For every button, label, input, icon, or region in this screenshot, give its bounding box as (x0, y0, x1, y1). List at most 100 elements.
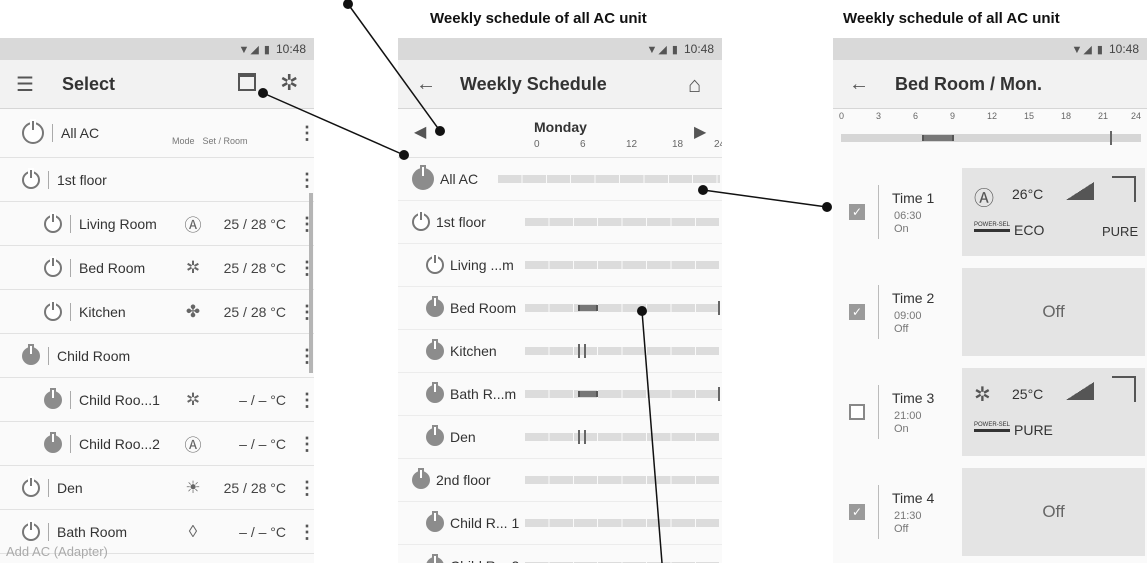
list-item[interactable]: Kitchen ✤ 25 / 28 °C ⋮ (0, 290, 314, 334)
list-item[interactable]: All AC ⋮ Mode Set / Room (0, 109, 314, 158)
power-icon[interactable] (44, 389, 62, 409)
list-item[interactable]: 1st floor ⋮ (0, 158, 314, 202)
hour-tick-label: 0 (839, 111, 845, 121)
timer-card[interactable]: ✓ Time 1 06:30 On Ⓐ 26°C POWER-SEL ECO PURE (833, 168, 1147, 256)
timer-settings-box[interactable]: Off (962, 268, 1145, 356)
power-icon[interactable] (426, 341, 444, 360)
schedule-timeline[interactable] (525, 301, 721, 315)
schedule-timeline[interactable] (498, 175, 720, 183)
list-item[interactable]: Child Roo...1 ✲ – / – °C ⋮ (0, 378, 314, 422)
timer-checkbox[interactable]: ✓ (849, 504, 865, 520)
schedule-row[interactable]: Child R... 1 (398, 502, 722, 545)
schedule-timeline[interactable] (525, 430, 720, 444)
schedule-timeline[interactable] (525, 261, 720, 269)
schedule-row[interactable]: 1st floor (398, 201, 722, 244)
timer-checkbox[interactable]: ✓ (849, 204, 865, 220)
power-icon[interactable] (22, 521, 40, 541)
power-icon[interactable] (426, 298, 444, 317)
pure-option: PURE (1102, 224, 1139, 239)
more-menu-icon[interactable]: ⋮ (298, 523, 314, 541)
divider (878, 185, 879, 239)
fan-mode-icon: ✤ (185, 301, 201, 321)
power-icon[interactable] (426, 513, 444, 532)
list-item[interactable]: Den ☀ 25 / 28 °C ⋮ (0, 466, 314, 510)
power-icon[interactable] (44, 433, 62, 453)
dry-mode-icon: ◊ (188, 521, 198, 541)
scrollbar[interactable] (309, 193, 313, 373)
heat-mode-icon: ✲ (974, 384, 991, 406)
timer-time: 06:30 (894, 210, 922, 222)
schedule-timeline[interactable] (525, 387, 721, 401)
timer-settings-box[interactable]: ✲ 25°C POWER-SEL PURE (962, 368, 1145, 456)
list-item[interactable]: Child Roo...2 Ⓐ – / – °C ⋮ (0, 422, 314, 466)
status-bar: ▼◢ ▮ 10:48 (833, 38, 1147, 60)
schedule-timeline[interactable] (525, 519, 720, 527)
list-menu-icon[interactable]: ☰ (16, 72, 34, 97)
gear-icon[interactable]: ✲ (280, 70, 298, 96)
prev-day-arrow-icon[interactable]: ◀ (414, 122, 426, 142)
power-icon[interactable] (44, 301, 62, 321)
ac-name: 1st floor (57, 171, 107, 188)
day-selector: ◀ Monday ▶ 0 6 12 18 24 (398, 109, 722, 158)
power-icon[interactable] (22, 121, 44, 144)
day-label: Monday (534, 119, 587, 135)
more-menu-icon[interactable]: ⋮ (298, 124, 314, 142)
timer-card[interactable]: ✓ Time 2 09:00 Off Off (833, 268, 1147, 356)
power-icon[interactable] (44, 257, 62, 277)
schedule-row[interactable]: Bath R...m (398, 373, 722, 416)
schedule-row[interactable]: 2nd floor (398, 459, 722, 502)
schedule-timeline[interactable] (525, 476, 720, 484)
hour-tick-label: 3 (876, 111, 882, 121)
divider (70, 434, 71, 453)
timer-checkbox[interactable]: ✓ (849, 304, 865, 320)
more-menu-icon[interactable]: ⋮ (298, 435, 314, 453)
list-item[interactable]: Bed Room ✲ 25 / 28 °C ⋮ (0, 246, 314, 290)
schedule-tick (584, 344, 587, 358)
power-icon[interactable] (426, 255, 444, 274)
power-icon[interactable] (412, 167, 434, 190)
hour-tick-label: 9 (950, 111, 956, 121)
list-item[interactable]: Child Room ⋮ (0, 334, 314, 378)
schedule-block (577, 305, 599, 311)
more-menu-icon[interactable]: ⋮ (298, 391, 314, 409)
mode-option: PURE (1014, 422, 1053, 438)
power-icon[interactable] (426, 427, 444, 446)
power-icon[interactable] (22, 169, 40, 189)
schedule-row[interactable]: Living ...m (398, 244, 722, 287)
power-icon[interactable] (426, 556, 444, 563)
schedule-row[interactable]: Child R... 2 (398, 545, 722, 563)
schedule-tick (577, 430, 580, 444)
timer-card[interactable]: Time 3 21:00 On ✲ 25°C POWER-SEL PURE (833, 368, 1147, 456)
power-icon[interactable] (412, 470, 430, 489)
more-menu-icon[interactable]: ⋮ (298, 171, 314, 189)
vane-direction-icon (1112, 176, 1136, 202)
timer-settings-box[interactable]: Off (962, 468, 1145, 556)
back-arrow-icon[interactable]: ← (416, 73, 436, 96)
timer-settings-box[interactable]: Ⓐ 26°C POWER-SEL ECO PURE (962, 168, 1145, 256)
home-icon[interactable]: ⌂ (688, 72, 701, 98)
next-day-arrow-icon[interactable]: ▶ (694, 122, 706, 142)
schedule-timeline[interactable] (525, 218, 720, 226)
back-arrow-icon[interactable]: ← (849, 73, 869, 96)
schedule-row[interactable]: Den (398, 416, 722, 459)
schedule-timeline[interactable] (525, 344, 720, 358)
select-app-bar: ☰ Select ✲ (0, 60, 314, 109)
more-menu-icon[interactable]: ⋮ (298, 479, 314, 497)
schedule-row[interactable]: Kitchen (398, 330, 722, 373)
power-icon[interactable] (22, 477, 40, 497)
day-timeline[interactable] (841, 131, 1141, 145)
list-item[interactable]: Living Room Ⓐ 25 / 28 °C ⋮ (0, 202, 314, 246)
add-ac-link[interactable]: Add AC (Adapter) (6, 544, 108, 559)
power-icon[interactable] (22, 345, 40, 365)
timer-checkbox[interactable] (849, 404, 865, 420)
schedule-row[interactable]: All AC (398, 158, 722, 201)
schedule-row[interactable]: Bed Room (398, 287, 722, 330)
set-room-temp: 25 / 28 °C (223, 215, 286, 232)
power-icon[interactable] (426, 384, 444, 403)
divider (48, 522, 49, 541)
set-room-temp: 25 / 28 °C (223, 259, 286, 276)
timer-card[interactable]: ✓ Time 4 21:30 Off Off (833, 468, 1147, 556)
power-icon[interactable] (412, 212, 430, 231)
calendar-schedule-icon[interactable] (238, 73, 256, 91)
power-icon[interactable] (44, 213, 62, 233)
